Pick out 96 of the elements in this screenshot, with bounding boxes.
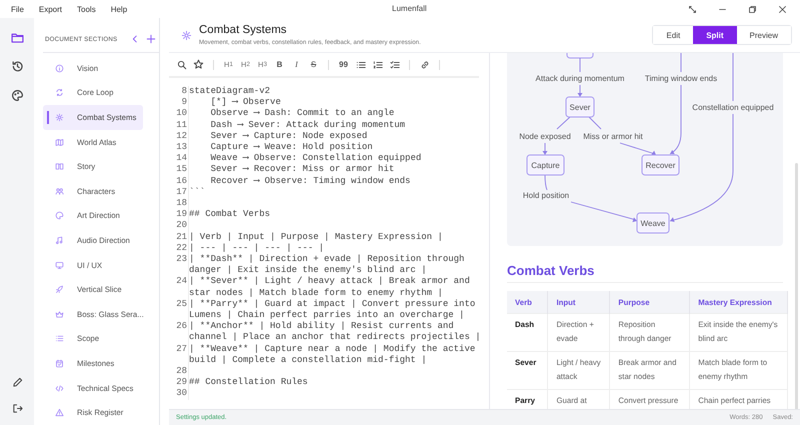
menu-item[interactable]: File bbox=[11, 4, 24, 14]
code-line: Observe ⟶ Dash: Commit to an angle bbox=[188, 108, 481, 120]
restore-icon bbox=[748, 4, 756, 14]
code-line: ## Combat Verbs bbox=[188, 209, 481, 220]
line-number: 14 bbox=[175, 153, 188, 164]
close-icon bbox=[778, 4, 786, 14]
star-icon bbox=[193, 59, 204, 70]
line-number: 13 bbox=[175, 142, 188, 154]
menu-item[interactable]: Tools bbox=[77, 4, 96, 14]
italic-button[interactable]: I bbox=[288, 58, 305, 72]
rail-button[interactable] bbox=[10, 59, 24, 73]
transition-arrow bbox=[542, 116, 570, 155]
code-line: | **Dash** | Direction + evade | Reposition through danger | Exit inside the enemy's blind arc | bbox=[188, 254, 481, 276]
menu-item[interactable]: Export bbox=[38, 4, 62, 14]
code-line: | **Anchor** | Hold ability | Resist currents and channel | Place an anchor that redirects projectiles | bbox=[188, 321, 481, 344]
code-line: [*] ⟶ Observe bbox=[188, 97, 481, 108]
plus-icon bbox=[146, 34, 156, 44]
line-number: 10 bbox=[175, 108, 188, 120]
state-node: Weave bbox=[636, 212, 670, 234]
line-number: 21 bbox=[175, 232, 188, 243]
checklist-icon bbox=[390, 60, 400, 70]
bulleted-list-icon bbox=[356, 60, 366, 70]
transition-label: Attack during momentum bbox=[536, 74, 624, 83]
info-icon bbox=[55, 64, 64, 73]
line-number: 17 bbox=[175, 186, 188, 198]
code-line: Recover ⟶ Observe: Timing window ends bbox=[188, 176, 481, 187]
line-number: 24 bbox=[175, 276, 188, 288]
logout-icon bbox=[12, 402, 22, 414]
code-line: Sever ⟶ Recover: Miss or armor hit bbox=[188, 164, 481, 176]
line-number: 18 bbox=[175, 198, 188, 210]
line-number: 20 bbox=[175, 220, 188, 232]
line-number: 26 bbox=[175, 321, 188, 334]
line-number: 22 bbox=[175, 242, 188, 254]
palette-icon bbox=[55, 211, 64, 220]
history-icon bbox=[10, 60, 24, 72]
code-line: Capture ⟶ Weave: Hold position bbox=[188, 142, 481, 154]
code-icon bbox=[55, 384, 64, 393]
code-line: Dash ⟶ Sever: Attack during momentum bbox=[188, 120, 481, 131]
link-icon bbox=[420, 60, 430, 70]
rail-button[interactable] bbox=[10, 88, 24, 102]
line-number: 25 bbox=[175, 298, 188, 311]
line-number: 8 bbox=[180, 86, 188, 98]
transition-label: Miss or armor hit bbox=[583, 132, 643, 141]
line-number: 30 bbox=[175, 388, 188, 400]
line-number: 23 bbox=[175, 254, 188, 266]
code-line: ## Constellation Rules bbox=[188, 377, 481, 388]
section-heading: Combat Verbs bbox=[507, 263, 783, 283]
folder-icon bbox=[10, 30, 24, 44]
code-line: | **Weave** | Capture near a node | Modify the active build | Complete a constellation mid-fight | bbox=[188, 344, 481, 366]
code-line: Sever ⟶ Capture: Node exposed bbox=[188, 130, 481, 142]
monitor-icon bbox=[55, 260, 64, 270]
transition-label: Node exposed bbox=[519, 132, 571, 141]
line-number: 12 bbox=[175, 130, 188, 142]
code-line: stateDiagram-v2 bbox=[188, 86, 481, 98]
code-line: | **Parry** | Guard at impact | Convert pressure into Lumens | Chain perfect parries into an overcharge | bbox=[188, 298, 481, 322]
menu-item[interactable]: Help bbox=[110, 4, 128, 14]
strikethrough-button[interactable]: S bbox=[305, 58, 322, 72]
book-icon bbox=[55, 162, 64, 172]
crown-icon bbox=[55, 310, 64, 319]
cycle-icon bbox=[55, 88, 64, 98]
line-number: 29 bbox=[175, 377, 188, 388]
line-number: 28 bbox=[175, 366, 188, 378]
line-number: 15 bbox=[175, 164, 188, 176]
window-title: Lumenfall bbox=[392, 4, 427, 13]
warning-icon bbox=[55, 408, 64, 418]
music-icon bbox=[55, 236, 64, 245]
line-number: 9 bbox=[180, 97, 188, 108]
numbered-list-icon bbox=[372, 60, 382, 70]
view-mode-tab[interactable]: Split bbox=[693, 26, 737, 44]
bold-button[interactable]: B bbox=[271, 58, 288, 72]
quote-button[interactable]: 99 bbox=[335, 58, 352, 72]
state-node: Sever bbox=[566, 96, 594, 118]
code-line: | Verb | Input | Purpose | Mastery Expression | bbox=[188, 232, 481, 243]
list-icon bbox=[55, 334, 64, 344]
state-node: Capture bbox=[526, 154, 564, 176]
calendar-icon bbox=[55, 358, 64, 368]
diagonal-arrows-icon bbox=[688, 4, 696, 14]
code-line: | **Sever** | Light / heavy attack | Break armor and star nodes | Match blade form to enemy rhythm | bbox=[188, 276, 481, 299]
line-number: 11 bbox=[175, 120, 188, 131]
people-icon bbox=[55, 186, 64, 196]
code-line: | --- | --- | --- | --- | bbox=[188, 242, 481, 254]
state-node: Recover bbox=[642, 154, 680, 176]
page-title: Combat Systems bbox=[199, 24, 288, 36]
search-icon bbox=[176, 60, 186, 70]
pencil-icon bbox=[12, 376, 22, 388]
transition-label: Hold position bbox=[522, 191, 570, 200]
palette-icon bbox=[10, 88, 24, 102]
code-line: Weave ⟶ Observe: Constellation equipped bbox=[188, 153, 481, 164]
line-number: 16 bbox=[175, 176, 188, 187]
code-line: ``` bbox=[188, 186, 481, 198]
scrollbar-thumb[interactable] bbox=[795, 163, 798, 409]
map-icon bbox=[55, 138, 64, 147]
transition-label: Constellation equipped bbox=[692, 103, 774, 112]
line-number: 27 bbox=[175, 344, 188, 356]
transition-label: Timing window ends bbox=[644, 74, 718, 83]
line-number: 19 bbox=[175, 209, 188, 220]
